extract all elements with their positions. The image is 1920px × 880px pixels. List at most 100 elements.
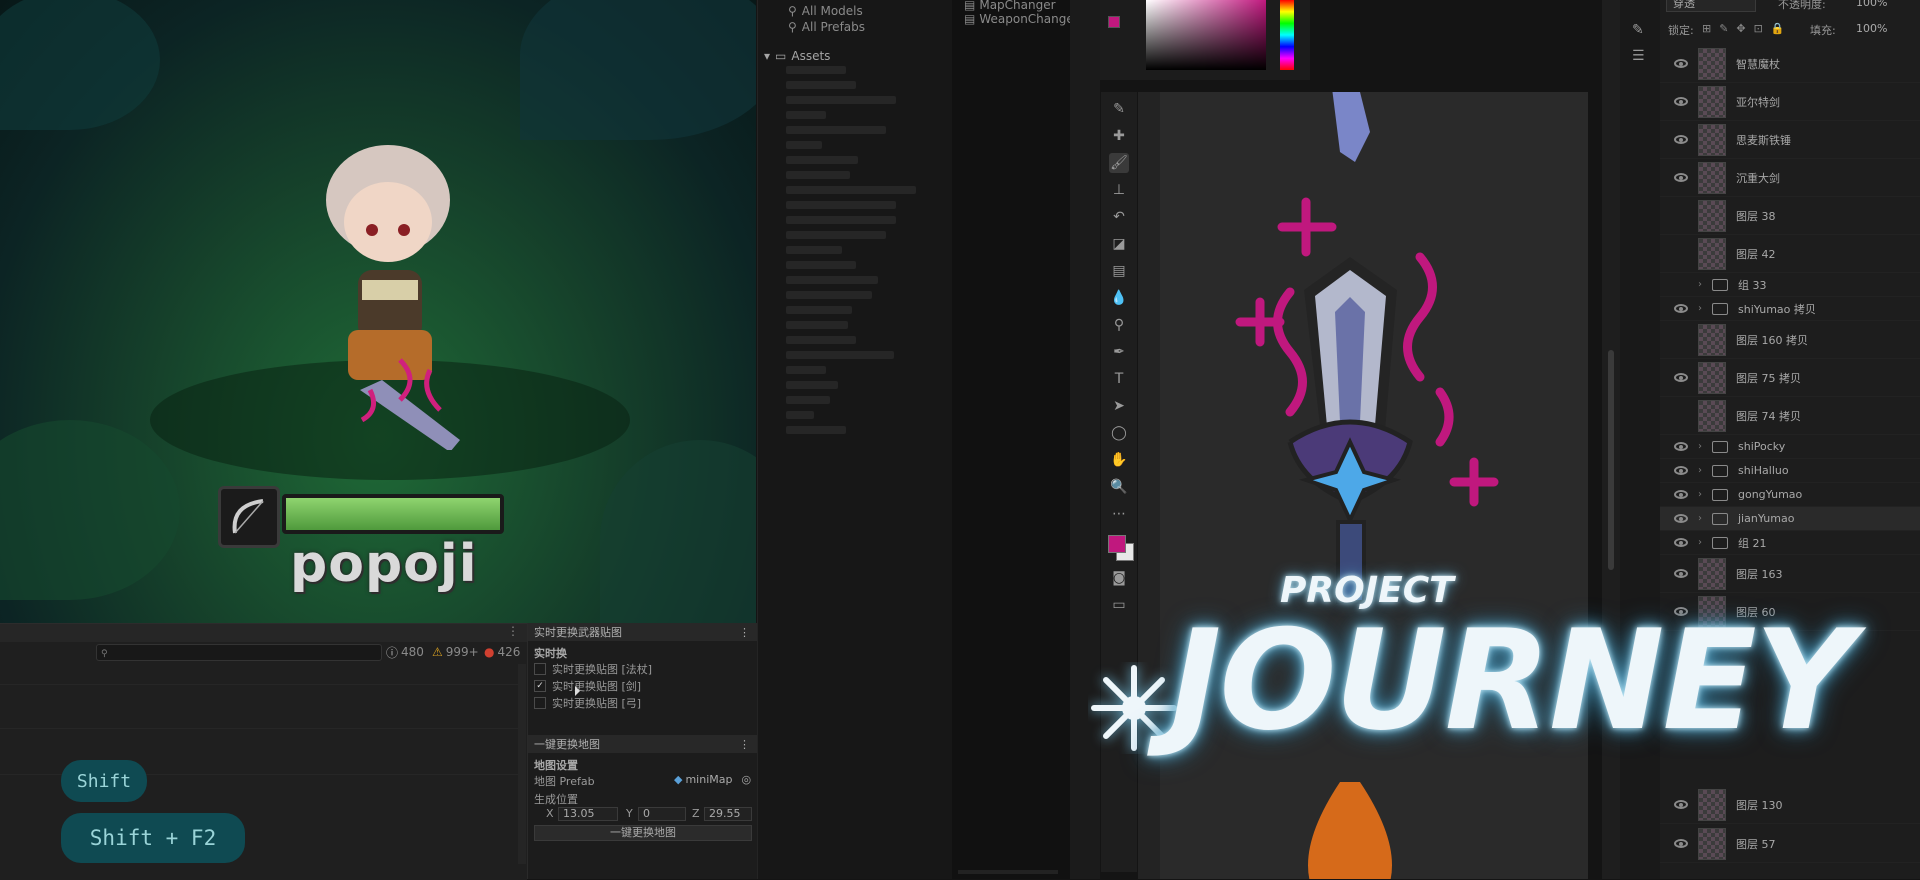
toggle-bow[interactable]: 实时更换贴图 [弓] — [534, 695, 641, 711]
layer-row[interactable]: 图层 75 拷贝 — [1660, 359, 1920, 397]
scroll-thumb[interactable] — [1608, 350, 1614, 570]
search-item[interactable]: ⚲ All Prefabs — [788, 20, 865, 34]
chevron-right-icon[interactable]: › — [1698, 441, 1708, 452]
folder-item[interactable] — [786, 426, 846, 434]
folder-tree[interactable] — [786, 66, 946, 441]
folder-item[interactable] — [786, 336, 856, 344]
blend-mode-select[interactable]: 穿透 — [1666, 0, 1756, 12]
layer-row[interactable]: 智慧魔杖 — [1660, 45, 1920, 83]
error-count-badge[interactable]: ● 426 — [484, 644, 520, 660]
folder-item[interactable] — [786, 186, 916, 194]
ellipse-icon[interactable]: ◯ — [1109, 423, 1129, 443]
healing-brush-icon[interactable]: ✚ — [1109, 126, 1129, 146]
brush-icon[interactable]: 🖌 — [1109, 153, 1129, 173]
checkbox-checked[interactable]: ✓ — [534, 680, 546, 692]
eraser-icon[interactable]: ◪ — [1109, 234, 1129, 254]
folder-item[interactable] — [786, 171, 850, 179]
layer-group-row[interactable]: › 组 33 — [1660, 273, 1920, 297]
folder-item[interactable] — [786, 366, 826, 374]
blur-icon[interactable]: 💧 — [1109, 288, 1129, 308]
prefab-field[interactable]: ◆ miniMap ◎ — [674, 773, 751, 786]
z-input[interactable]: 29.55 — [704, 807, 752, 821]
folder-item[interactable] — [786, 411, 814, 419]
object-picker-icon[interactable]: ◎ — [741, 773, 751, 786]
visibility-eye-icon[interactable] — [1674, 373, 1688, 382]
layer-group-row[interactable]: › shiPocky — [1660, 435, 1920, 459]
info-count-badge[interactable]: ⓘ 480 — [386, 644, 424, 660]
pen-icon[interactable]: ✒ — [1109, 342, 1129, 362]
folder-item[interactable] — [786, 246, 842, 254]
checkbox[interactable] — [534, 663, 546, 675]
layer-row[interactable]: 图层 160 拷贝 — [1660, 321, 1920, 359]
folder-item[interactable] — [786, 306, 852, 314]
folder-item[interactable] — [786, 126, 886, 134]
visibility-eye-icon[interactable] — [1674, 514, 1688, 523]
layer-row[interactable]: 亚尔特剑 — [1660, 83, 1920, 121]
layer-group-row[interactable]: › jianYumao — [1660, 507, 1920, 531]
kebab-menu-icon[interactable]: ⋮ — [739, 738, 750, 751]
layer-group-row[interactable]: › shiYumao 拷贝 — [1660, 297, 1920, 321]
tab-realtime-weapon[interactable]: 实时更换武器贴图 ⋮ — [528, 623, 758, 641]
layer-row[interactable]: 图层 38 — [1660, 197, 1920, 235]
color-field[interactable] — [1146, 0, 1266, 70]
layer-group-row[interactable]: › shiHalluo — [1660, 459, 1920, 483]
visibility-eye-icon[interactable] — [1674, 490, 1688, 499]
path-select-icon[interactable]: ➤ — [1109, 396, 1129, 416]
visibility-eye-icon[interactable] — [1674, 304, 1688, 313]
folder-item[interactable] — [786, 156, 858, 164]
adjustments-icon[interactable]: ☰ — [1632, 48, 1645, 64]
visibility-eye-icon[interactable] — [1674, 97, 1688, 106]
visibility-eye-icon[interactable] — [1674, 173, 1688, 182]
layer-row[interactable]: 图层 74 拷贝 — [1660, 397, 1920, 435]
chevron-right-icon[interactable]: › — [1698, 513, 1708, 524]
zoom-icon[interactable]: 🔍 — [1109, 477, 1129, 497]
folder-item[interactable] — [786, 96, 896, 104]
assets-folder[interactable]: ▾ ▭ Assets — [764, 49, 830, 63]
folder-item[interactable] — [786, 276, 878, 284]
folder-item[interactable] — [786, 291, 872, 299]
y-input[interactable]: 0 — [638, 807, 686, 821]
stamp-icon[interactable]: ⊥ — [1109, 180, 1129, 200]
switch-map-button[interactable]: 一键更换地图 — [534, 825, 752, 841]
eyedropper-icon[interactable]: ✎ — [1109, 99, 1129, 119]
visibility-eye-icon[interactable] — [1674, 442, 1688, 451]
toggle-staff[interactable]: 实时更换贴图 [法杖] — [534, 661, 652, 677]
tab-map-switch[interactable]: 一键更换地图 ⋮ — [528, 735, 758, 753]
visibility-eye-icon[interactable] — [1674, 466, 1688, 475]
dodge-icon[interactable]: ⚲ — [1109, 315, 1129, 335]
x-input[interactable]: 13.05 — [558, 807, 618, 821]
hue-slider[interactable] — [1280, 0, 1294, 70]
layer-row[interactable]: 沉重大剑 — [1660, 159, 1920, 197]
kebab-menu-icon[interactable]: ⋮ — [739, 626, 750, 639]
layer-row[interactable]: 图层 42 — [1660, 235, 1920, 273]
layer-row[interactable]: 思麦斯铁锤 — [1660, 121, 1920, 159]
folder-item[interactable] — [786, 231, 886, 239]
folder-item[interactable] — [786, 261, 856, 269]
lock-icons[interactable]: ⊞✎✥⊡🔒 — [1702, 22, 1793, 35]
visibility-eye-icon[interactable] — [1674, 59, 1688, 68]
folder-item[interactable] — [786, 66, 846, 74]
folder-item[interactable] — [786, 396, 830, 404]
layer-list[interactable]: 智慧魔杖 亚尔特剑 思麦斯铁锤 沉重大剑 图层 38 图层 42 › 组 33 › shiYuma… — [1660, 45, 1920, 631]
more-tools-icon[interactable]: ⋯ — [1109, 504, 1129, 524]
file-item[interactable]: ▤ MapChanger — [964, 0, 1056, 12]
console-scrollbar[interactable] — [518, 664, 526, 864]
folder-item[interactable] — [786, 216, 896, 224]
chevron-right-icon[interactable]: › — [1698, 279, 1708, 290]
brush-settings-icon[interactable]: ✎ — [1632, 22, 1644, 38]
checkbox[interactable] — [534, 697, 546, 709]
hand-icon[interactable]: ✋ — [1109, 450, 1129, 470]
layer-group-row[interactable]: › gongYumao — [1660, 483, 1920, 507]
type-icon[interactable]: T — [1109, 369, 1129, 389]
warning-count-badge[interactable]: ⚠ 999+ — [432, 644, 479, 660]
console-search-input[interactable]: ⚲ — [96, 644, 382, 661]
folder-item[interactable] — [786, 201, 896, 209]
folder-item[interactable] — [786, 381, 838, 389]
color-picker[interactable] — [1100, 0, 1310, 80]
folder-item[interactable] — [786, 351, 894, 359]
chevron-right-icon[interactable]: › — [1698, 303, 1708, 314]
scrollbar[interactable] — [958, 870, 1058, 874]
fill-input[interactable]: 100% — [1856, 22, 1887, 35]
layer-row[interactable]: 图层 57 — [1660, 825, 1920, 863]
chevron-right-icon[interactable]: › — [1698, 465, 1708, 476]
